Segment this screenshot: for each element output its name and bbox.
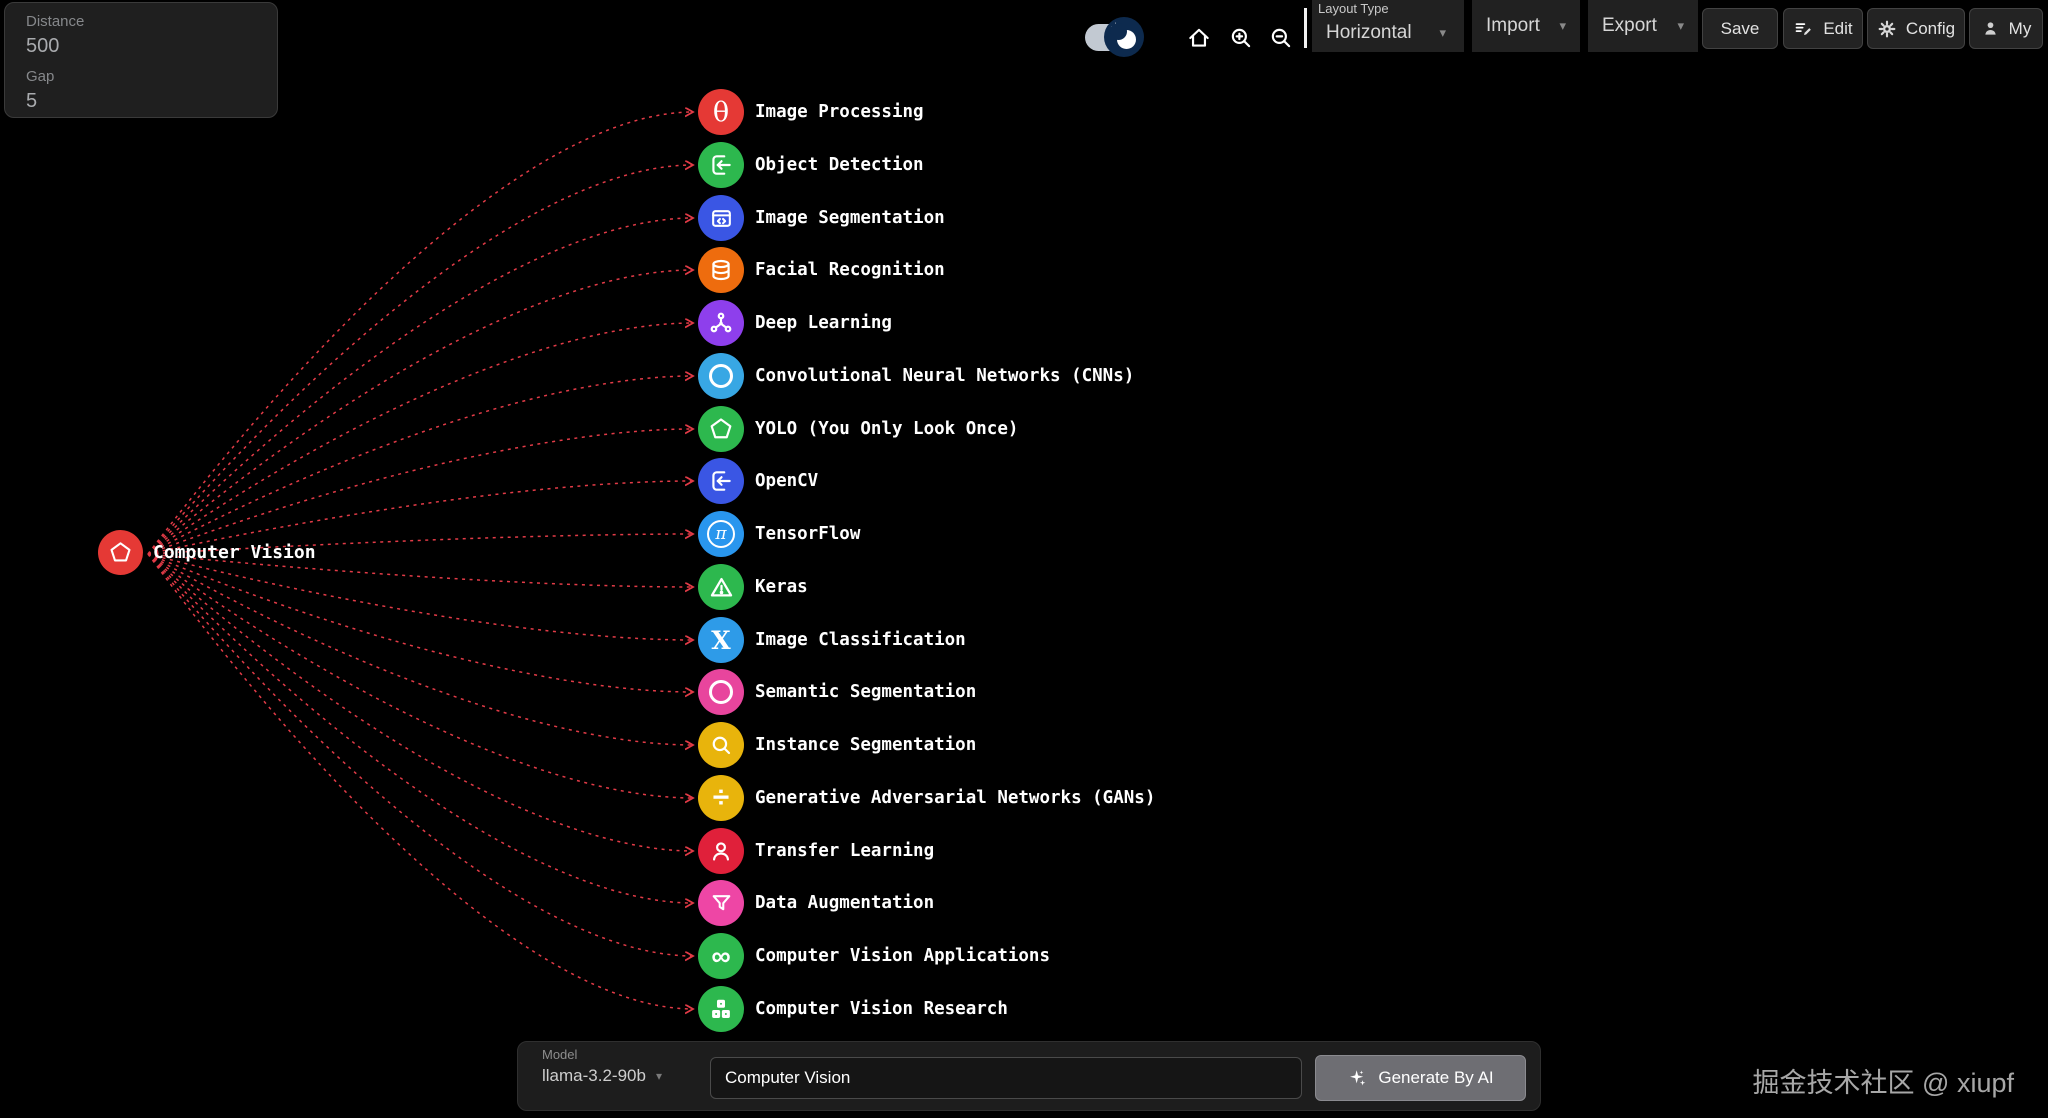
chevron-down-icon: ▾ — [656, 1069, 662, 1083]
node-image-processing[interactable]: θ Image Processing — [698, 89, 924, 135]
ring-icon — [698, 353, 744, 399]
login-arrow-icon — [698, 142, 744, 188]
infinity-icon: ∞ — [698, 933, 744, 979]
magnifier-icon — [698, 722, 744, 768]
node-image-classification[interactable]: X Image Classification — [698, 617, 966, 663]
node-semantic-segmentation[interactable]: Semantic Segmentation — [698, 669, 976, 715]
code-window-icon — [698, 195, 744, 241]
pentagon-icon — [698, 406, 744, 452]
cubes-icon — [698, 986, 744, 1032]
molecule-icon — [698, 300, 744, 346]
x-glyph-icon: X — [698, 617, 744, 663]
node-tensorflow[interactable]: π TensorFlow — [698, 511, 860, 557]
node-data-augmentation[interactable]: Data Augmentation — [698, 880, 934, 926]
node-gans[interactable]: ÷ Generative Adversarial Networks (GANs) — [698, 775, 1155, 821]
watermark: 掘金技术社区 @ xiupf — [1753, 1061, 2014, 1100]
root-label: Computer Vision — [153, 542, 316, 563]
generate-by-ai-button[interactable]: Generate By AI — [1315, 1055, 1526, 1101]
model-value: llama-3.2-90b — [542, 1066, 646, 1086]
database-icon — [698, 247, 744, 293]
layout-type-label: Layout Type — [1318, 1, 1389, 16]
pentagon-icon — [98, 530, 143, 575]
node-deep-learning[interactable]: Deep Learning — [698, 300, 892, 346]
node-cnns[interactable]: Convolutional Neural Networks (CNNs) — [698, 353, 1134, 399]
node-cv-research[interactable]: Computer Vision Research — [698, 986, 1008, 1032]
node-facial-recognition[interactable]: Facial Recognition — [698, 247, 945, 293]
sparkle-icon — [1347, 1068, 1368, 1089]
node-cv-applications[interactable]: ∞ Computer Vision Applications — [698, 933, 1050, 979]
node-image-segmentation[interactable]: Image Segmentation — [698, 195, 945, 241]
node-opencv[interactable]: OpenCV — [698, 458, 818, 504]
node-transfer-learning[interactable]: Transfer Learning — [698, 828, 934, 874]
generator-bar: Model llama-3.2-90b ▾ Generate By AI — [517, 1041, 1541, 1111]
pi-circle-icon: π — [698, 511, 744, 557]
node-instance-segmentation[interactable]: Instance Segmentation — [698, 722, 976, 768]
funnel-icon — [698, 880, 744, 926]
person-icon — [698, 828, 744, 874]
model-select[interactable]: llama-3.2-90b ▾ — [542, 1066, 662, 1086]
theta-icon: θ — [698, 89, 744, 135]
warning-triangle-icon — [698, 564, 744, 610]
node-yolo[interactable]: YOLO (You Only Look Once) — [698, 406, 1018, 452]
ring-icon — [698, 669, 744, 715]
node-object-detection[interactable]: Object Detection — [698, 142, 924, 188]
prompt-input[interactable] — [710, 1057, 1302, 1099]
divide-icon: ÷ — [698, 775, 744, 821]
node-keras[interactable]: Keras — [698, 564, 808, 610]
root-node-computer-vision[interactable]: Computer Vision — [98, 530, 316, 575]
model-label: Model — [542, 1047, 577, 1062]
login-arrow-icon — [698, 458, 744, 504]
generate-label: Generate By AI — [1378, 1068, 1493, 1088]
